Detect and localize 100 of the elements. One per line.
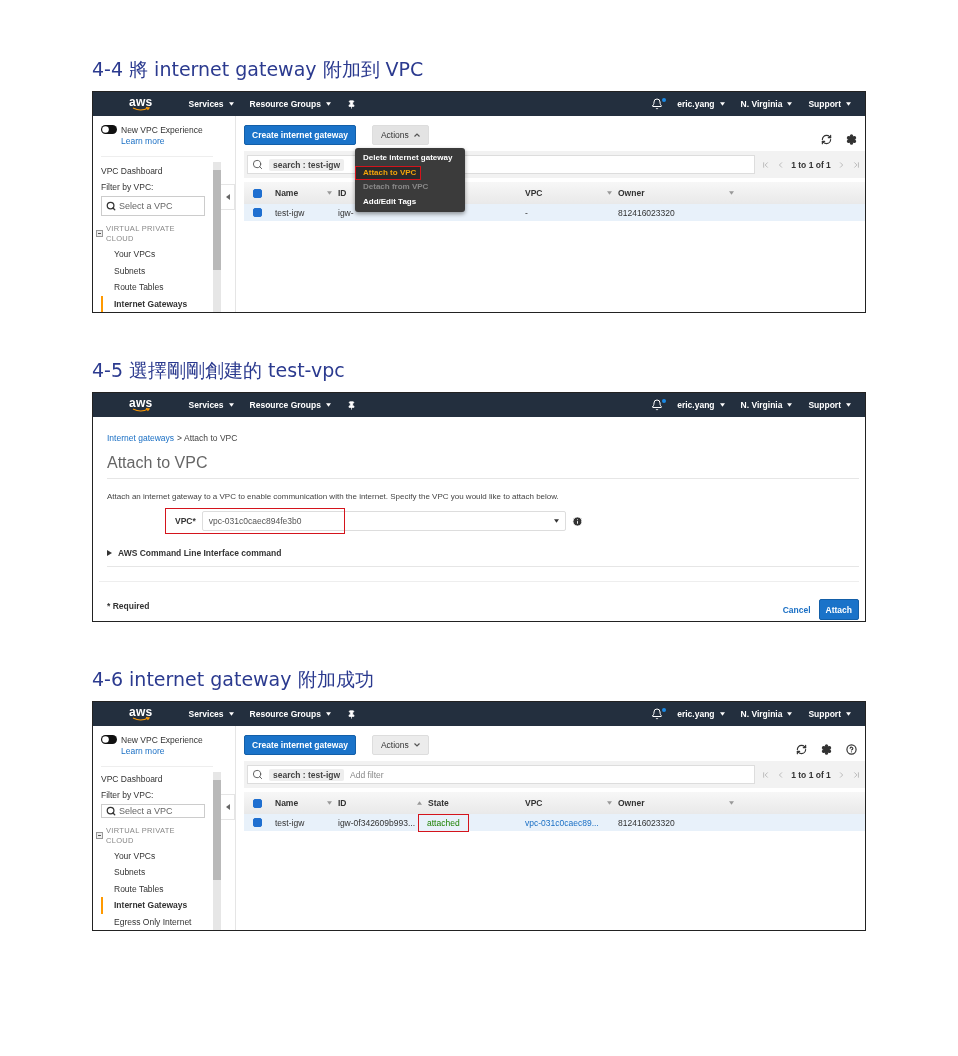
bell-icon[interactable] (651, 708, 664, 720)
pin-icon[interactable] (346, 400, 356, 410)
support-menu[interactable]: Support (808, 400, 851, 410)
actions-button[interactable]: Actions (371, 125, 429, 145)
filter-token[interactable]: search : test-igw (269, 768, 345, 781)
user-menu[interactable]: eric.yang (677, 709, 725, 719)
table-cell: igw- (338, 207, 354, 218)
refresh-icon[interactable] (796, 744, 807, 755)
table-link[interactable]: vpc-031c0caec89... (525, 817, 599, 828)
toggle-label: New VPC Experience (121, 735, 203, 746)
region-menu[interactable]: N. Virginia (740, 400, 793, 410)
sidebar-item[interactable]: Subnets (101, 262, 213, 279)
sidebar-item[interactable]: Route Tables (101, 880, 213, 897)
nav-menu[interactable]: Resource Groups (249, 709, 331, 719)
column-header[interactable]: Owner (618, 798, 740, 808)
info-icon[interactable] (571, 515, 583, 527)
collapse-icon[interactable] (96, 831, 103, 839)
row-checkbox[interactable] (253, 208, 262, 217)
bell-icon[interactable] (651, 98, 664, 110)
nav-menu[interactable]: Services (188, 400, 234, 410)
sidebar-item[interactable]: Subnets (101, 864, 213, 881)
dashboard-link[interactable]: VPC Dashboard (101, 162, 213, 180)
caret-icon (787, 403, 793, 407)
create-button[interactable]: Create internet gateway (244, 125, 356, 145)
user-menu[interactable]: eric.yang (677, 400, 725, 410)
sidebar-item[interactable]: Your VPCs (101, 246, 213, 263)
sidebar-item[interactable]: Egress Only Internet (101, 913, 213, 930)
toggle-switch[interactable] (101, 735, 117, 744)
support-menu[interactable]: Support (808, 709, 851, 719)
caret-icon (325, 102, 331, 106)
table-row[interactable]: test-igw igw-0f342609b993... attached vpc-031c0caec89... 812416023320 (244, 814, 865, 831)
vpc-select[interactable]: vpc-031c0caec894fe3b0 (201, 511, 566, 531)
column-header[interactable]: Owner (618, 188, 740, 198)
page-title: Attach to VPC (107, 453, 208, 473)
nav-menu[interactable]: Resource Groups (249, 99, 331, 109)
settings-icon[interactable] (846, 134, 857, 145)
bell-icon[interactable] (651, 399, 664, 411)
caret-icon (607, 801, 612, 805)
search-field[interactable]: search : test-igw Add filter (247, 765, 755, 784)
caret-icon (729, 801, 734, 805)
select-all-checkbox[interactable] (253, 188, 262, 198)
support-menu[interactable]: Support (808, 99, 851, 109)
field-label: VPC* (175, 516, 196, 526)
refresh-icon[interactable] (821, 134, 832, 145)
row-checkbox[interactable] (253, 818, 262, 827)
nav-menu[interactable]: Services (188, 99, 234, 109)
filter-token[interactable]: search : test-igw (269, 158, 345, 171)
sidebar-item[interactable]: Your VPCs (101, 847, 213, 864)
dashboard-link[interactable]: VPC Dashboard (101, 770, 213, 788)
caret-icon (325, 712, 331, 716)
breadcrumb-link[interactable]: Internet gateways (107, 432, 175, 444)
page-info: 1 to 1 of 1 (791, 159, 831, 170)
scrollbar[interactable] (213, 162, 221, 312)
column-header[interactable]: ID (338, 798, 428, 808)
select-all-checkbox[interactable] (253, 798, 262, 808)
sidebar-item[interactable]: Route Tables (101, 279, 213, 296)
aws-logo[interactable]: aws (129, 707, 153, 721)
nav-menu[interactable]: Resource Groups (249, 400, 331, 410)
learn-more-link[interactable]: Learn more (121, 136, 203, 147)
settings-icon[interactable] (821, 744, 832, 755)
cli-expander[interactable]: AWS Command Line Interface command (107, 548, 282, 558)
pin-icon[interactable] (346, 709, 356, 719)
description: Attach an internet gateway to a VPC to enable communication with the internet. Specify the VPC you would like to attach below. (107, 491, 560, 502)
caret-icon (787, 102, 793, 106)
caret-icon (553, 519, 559, 523)
table-cell: test-igw (275, 207, 305, 218)
column-header[interactable]: State (428, 798, 525, 808)
filter-label: Filter by VPC: (101, 181, 155, 195)
collapse-handle[interactable] (221, 184, 235, 210)
aws-logo[interactable]: aws (129, 97, 153, 111)
user-menu[interactable]: eric.yang (677, 99, 725, 109)
nav-menu[interactable]: Services (188, 709, 234, 719)
help-icon[interactable] (846, 744, 857, 755)
menu-item[interactable]: Attach to VPC (355, 165, 421, 180)
region-menu[interactable]: N. Virginia (740, 709, 793, 719)
collapse-handle[interactable] (221, 794, 235, 820)
vpc-filter-select[interactable]: Select a VPC (101, 196, 205, 216)
region-menu[interactable]: N. Virginia (740, 99, 793, 109)
pin-icon[interactable] (346, 99, 356, 109)
learn-more-link[interactable]: Learn more (121, 746, 203, 757)
create-button[interactable]: Create internet gateway (244, 735, 356, 755)
chevron-down-icon (413, 743, 420, 747)
vpc-filter-select[interactable]: Select a VPC (101, 804, 205, 818)
column-header[interactable]: Name (275, 188, 338, 198)
table-cell: 812416023320 (618, 207, 675, 218)
cancel-button[interactable]: Cancel (774, 604, 819, 615)
aws-logo[interactable]: aws (129, 398, 153, 412)
actions-button[interactable]: Actions (371, 735, 429, 755)
toggle-switch[interactable] (101, 125, 117, 134)
column-header[interactable]: Name (275, 798, 338, 808)
expand-icon (107, 550, 112, 556)
search-icon (106, 805, 116, 816)
collapse-icon[interactable] (96, 230, 103, 237)
scrollbar[interactable] (213, 772, 221, 930)
column-header[interactable]: VPC (525, 188, 618, 198)
attach-button[interactable]: Attach (818, 599, 859, 620)
caret-icon (787, 712, 793, 716)
caret-icon (325, 403, 331, 407)
caret-icon (327, 191, 332, 195)
column-header[interactable]: VPC (525, 798, 618, 808)
